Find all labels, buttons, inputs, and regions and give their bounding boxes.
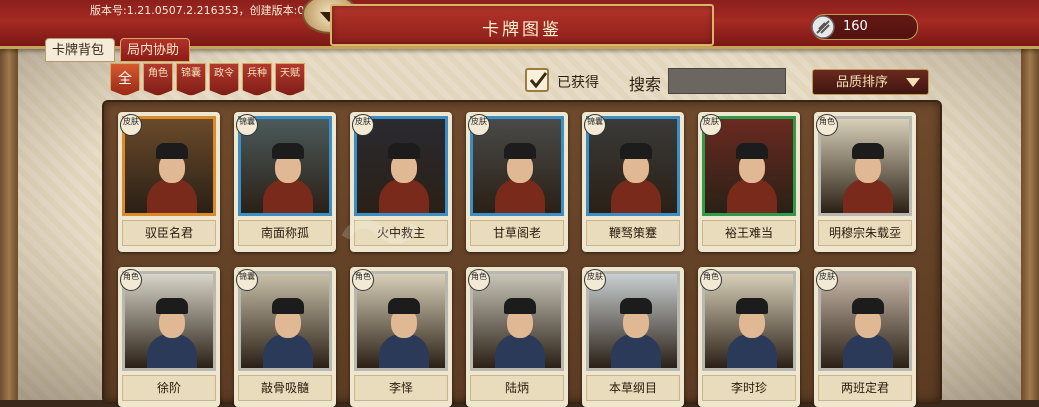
filter-tab-5[interactable]: 天赋 xyxy=(275,63,305,96)
filter-tab-4[interactable]: 兵种 xyxy=(242,63,272,96)
character-portrait xyxy=(611,143,661,213)
character-portrait xyxy=(495,143,545,213)
character-portrait xyxy=(727,298,777,368)
filter-tab-0[interactable]: 全 xyxy=(110,63,140,96)
owned-filter-label: 已获得 xyxy=(557,75,599,91)
dropdown-arrow-icon xyxy=(906,78,920,87)
card-type-badge: 角色 xyxy=(816,114,838,136)
card-name: 两班定君 xyxy=(818,375,912,401)
card-item[interactable]: 皮肤 驭臣名君 xyxy=(118,112,220,252)
card-name: 本草纲目 xyxy=(586,375,680,401)
card-type-badge: 锦囊 xyxy=(236,114,258,136)
card-item[interactable]: 皮肤 两班定君 xyxy=(814,267,916,407)
card-name: 敲骨吸髓 xyxy=(238,375,332,401)
card-name: 裕王难当 xyxy=(702,220,796,246)
card-name: 南面称孤 xyxy=(238,220,332,246)
card-type-badge: 皮肤 xyxy=(468,114,490,136)
card-name: 明穆宗朱载坖 xyxy=(818,220,912,246)
title-plate: 卡牌图鉴 xyxy=(330,4,714,46)
card-type-badge: 皮肤 xyxy=(120,114,142,136)
card-name: 李怿 xyxy=(354,375,448,401)
card-name: 甘草阁老 xyxy=(470,220,564,246)
card-name: 驭臣名君 xyxy=(122,220,216,246)
card-name: 徐阶 xyxy=(122,375,216,401)
card-item[interactable]: 锦囊 敲骨吸髓 xyxy=(234,267,336,407)
tab-in-game-assist[interactable]: 局内协助 xyxy=(120,38,190,62)
card-item[interactable]: 角色 陆炳 xyxy=(466,267,568,407)
card-name: 李时珍 xyxy=(702,375,796,401)
checkmark-icon xyxy=(529,72,548,89)
card-type-badge: 皮肤 xyxy=(816,269,838,291)
character-portrait xyxy=(611,298,661,368)
feather-coin-icon xyxy=(811,15,835,39)
card-type-badge: 角色 xyxy=(120,269,142,291)
character-portrait xyxy=(379,143,429,213)
filter-tab-1[interactable]: 角色 xyxy=(143,63,173,96)
character-portrait xyxy=(147,298,197,368)
page-title: 卡牌图鉴 xyxy=(482,20,562,40)
card-type-badge: 角色 xyxy=(352,269,374,291)
search-label: 搜索 xyxy=(629,75,662,94)
card-item[interactable]: 锦囊 鞭驽策蹇 xyxy=(582,112,684,252)
filter-tab-3[interactable]: 政令 xyxy=(209,63,239,96)
character-portrait xyxy=(843,298,893,368)
tab-card-backpack[interactable]: 卡牌背包 xyxy=(45,38,115,62)
card-type-badge: 角色 xyxy=(468,269,490,291)
card-type-badge: 皮肤 xyxy=(584,269,606,291)
card-item[interactable]: 皮肤 甘草阁老 xyxy=(466,112,568,252)
sort-label: 品质排序 xyxy=(836,75,889,90)
card-type-badge: 皮肤 xyxy=(700,114,722,136)
quality-sort-dropdown[interactable]: 品质排序 xyxy=(812,69,929,95)
character-portrait xyxy=(263,298,313,368)
card-type-badge: 皮肤 xyxy=(352,114,374,136)
card-item[interactable]: 角色 李时珍 xyxy=(698,267,800,407)
right-frame-border xyxy=(1021,0,1039,400)
card-type-badge: 锦囊 xyxy=(236,269,258,291)
card-item[interactable]: 皮肤 本草纲目 xyxy=(582,267,684,407)
search-input[interactable] xyxy=(668,68,786,94)
card-grid-panel: 皮肤 驭臣名君 锦囊 南面称孤 皮肤 火中救主 皮肤 甘草阁老 锦囊 鞭驽策蹇 皮肤 裕王难当 角色 明穆… xyxy=(102,100,942,407)
character-portrait xyxy=(495,298,545,368)
filter-tab-2[interactable]: 锦囊 xyxy=(176,63,206,96)
card-name: 陆炳 xyxy=(470,375,564,401)
character-portrait xyxy=(379,298,429,368)
card-item[interactable]: 锦囊 南面称孤 xyxy=(234,112,336,252)
card-name: 鞭驽策蹇 xyxy=(586,220,680,246)
character-portrait xyxy=(843,143,893,213)
card-item[interactable]: 角色 徐阶 xyxy=(118,267,220,407)
character-portrait xyxy=(727,143,777,213)
character-portrait xyxy=(263,143,313,213)
character-portrait xyxy=(147,143,197,213)
card-item[interactable]: 角色 李怿 xyxy=(350,267,452,407)
card-name: 火中救主 xyxy=(354,220,448,246)
currency-display: 160 xyxy=(811,14,918,40)
card-item[interactable]: 皮肤 火中救主 xyxy=(350,112,452,252)
currency-value: 160 xyxy=(843,19,868,34)
card-item[interactable]: 皮肤 裕王难当 xyxy=(698,112,800,252)
card-type-badge: 角色 xyxy=(700,269,722,291)
card-type-badge: 锦囊 xyxy=(584,114,606,136)
card-item[interactable]: 角色 明穆宗朱载坖 xyxy=(814,112,916,252)
owned-checkbox[interactable] xyxy=(525,68,549,92)
left-frame-border xyxy=(0,0,18,400)
